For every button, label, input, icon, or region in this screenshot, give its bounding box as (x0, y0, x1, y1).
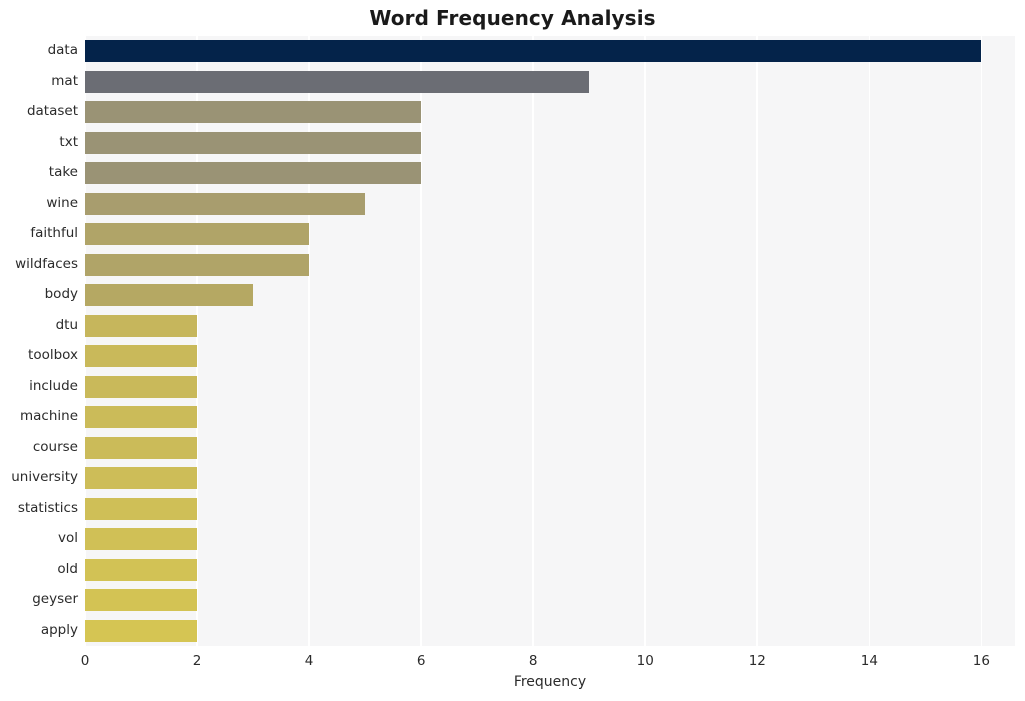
bar-row (85, 162, 1015, 185)
chart-figure: Word Frequency Analysis data mat dataset tx… (0, 0, 1025, 701)
bar[interactable] (85, 162, 422, 185)
y-tick-label: apply (40, 621, 78, 638)
bar[interactable] (85, 253, 310, 276)
x-tick-label: 10 (636, 653, 654, 669)
bar[interactable] (85, 406, 198, 429)
bar-row (85, 528, 1015, 551)
y-tick-label: toolbox (28, 347, 78, 364)
y-tick-label: body (44, 286, 78, 303)
x-axis-label: Frequency (513, 674, 587, 690)
y-tick-label: dtu (55, 316, 78, 333)
bar[interactable] (85, 436, 198, 459)
bar[interactable] (85, 467, 198, 490)
y-tick-label: university (11, 469, 78, 486)
bar-row (85, 467, 1015, 490)
y-tick-label: course (32, 438, 78, 455)
y-axis-tick-labels: data mat dataset txt take wine faithful wildfac… (0, 36, 78, 646)
bar[interactable] (85, 223, 310, 246)
bar-row (85, 497, 1015, 520)
bar[interactable] (85, 40, 982, 63)
y-tick-label: include (29, 377, 78, 394)
bar[interactable] (85, 589, 198, 612)
bar-row (85, 345, 1015, 368)
bar-row (85, 375, 1015, 398)
bar-row (85, 70, 1015, 93)
y-tick-label: dataset (26, 103, 78, 120)
x-tick-label: 8 (528, 653, 538, 669)
chart-title: Word Frequency Analysis (369, 6, 656, 30)
x-tick-label: 6 (416, 653, 426, 669)
x-axis-tick-labels: 0 2 4 6 8 10 12 14 16 (81, 646, 1015, 672)
bar-row (85, 101, 1015, 124)
bar[interactable] (85, 497, 198, 520)
y-tick-label: statistics (17, 499, 78, 516)
y-tick-label: wine (46, 194, 78, 211)
x-tick-label: 0 (80, 653, 90, 669)
bar[interactable] (85, 131, 422, 154)
bar[interactable] (85, 101, 422, 124)
y-tick-label: txt (59, 133, 78, 150)
bar[interactable] (85, 345, 198, 368)
y-tick-label: faithful (30, 225, 78, 242)
bar-row (85, 253, 1015, 276)
y-tick-label: old (57, 560, 78, 577)
bar[interactable] (85, 619, 198, 642)
bar[interactable] (85, 192, 366, 215)
x-tick-label: 2 (192, 653, 202, 669)
bar-row (85, 284, 1015, 307)
bars-layer (85, 36, 1015, 646)
y-tick-label: vol (58, 530, 78, 547)
y-tick-label: geyser (32, 591, 78, 608)
bar-row (85, 314, 1015, 337)
y-tick-label: wildfaces (15, 255, 78, 272)
bar-row (85, 406, 1015, 429)
bar-row (85, 436, 1015, 459)
y-tick-label: mat (51, 72, 78, 89)
x-tick-label: 14 (860, 653, 878, 669)
x-tick-label: 16 (972, 653, 990, 669)
x-tick-label: 4 (304, 653, 314, 669)
bar-row (85, 619, 1015, 642)
bar[interactable] (85, 314, 198, 337)
y-tick-label: data (47, 42, 78, 59)
bar[interactable] (85, 284, 254, 307)
y-tick-label: machine (19, 408, 78, 425)
x-tick-label: 12 (748, 653, 766, 669)
bar[interactable] (85, 375, 198, 398)
bar[interactable] (85, 528, 198, 551)
bar[interactable] (85, 558, 198, 581)
bar-row (85, 192, 1015, 215)
plot-area (84, 36, 1015, 646)
bar-row (85, 40, 1015, 63)
bar[interactable] (85, 70, 590, 93)
bar-row (85, 589, 1015, 612)
bar-row (85, 558, 1015, 581)
bar-row (85, 131, 1015, 154)
bar-row (85, 223, 1015, 246)
y-tick-label: take (48, 164, 78, 181)
